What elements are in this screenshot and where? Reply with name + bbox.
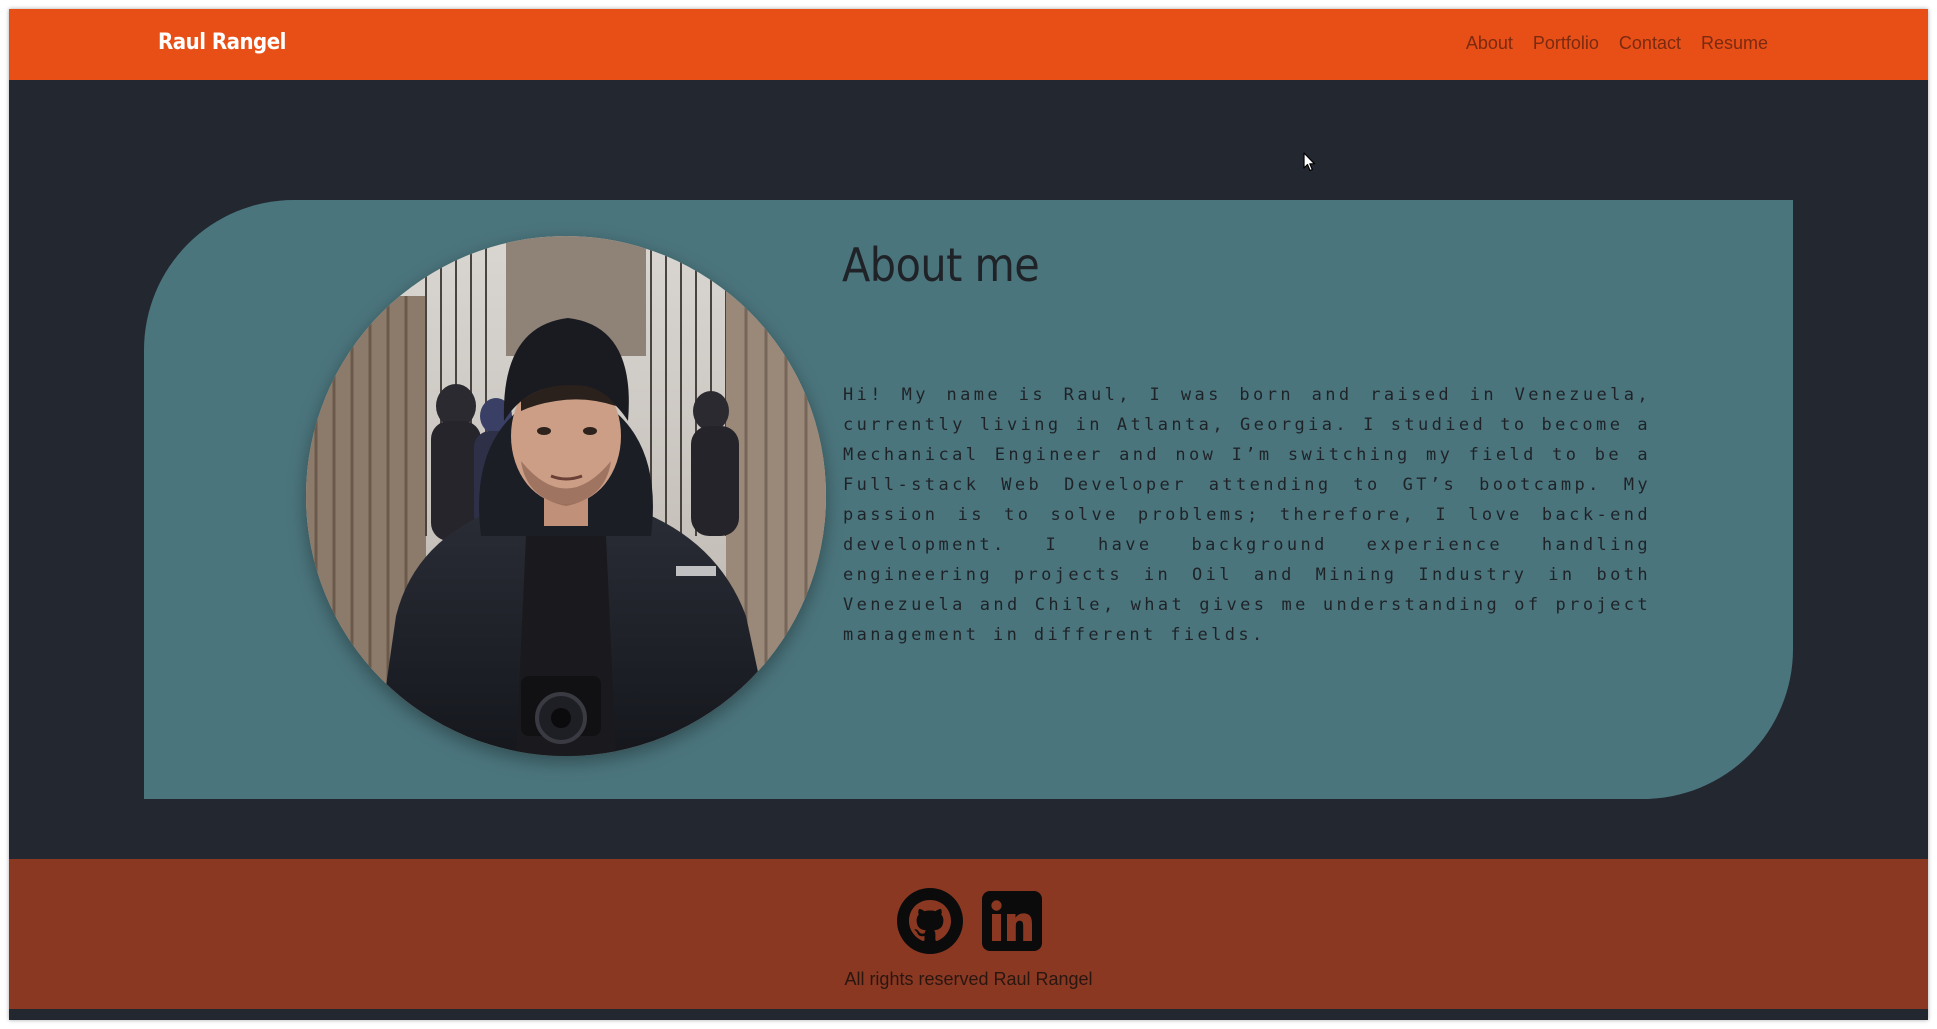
about-section: About me Hi! My name is Raul, I was born… [144,200,1793,799]
nav-links: About Portfolio Contact Resume [1466,33,1768,54]
browser-viewport: Raul Rangel About Portfolio Contact Resu… [9,9,1928,1020]
copyright-text: All rights reserved Raul Rangel [844,969,1093,989]
navbar: Raul Rangel About Portfolio Contact Resu… [9,9,1928,80]
github-icon [897,888,963,954]
profile-photo [306,236,826,756]
footer: All rights reserved Raul Rangel [9,859,1928,1009]
nav-link-contact[interactable]: Contact [1619,33,1681,54]
brand-link[interactable]: Raul Rangel [158,30,286,55]
nav-link-resume[interactable]: Resume [1701,33,1768,54]
social-links [896,887,1046,955]
about-title: About me [842,238,1040,292]
nav-link-portfolio[interactable]: Portfolio [1533,33,1599,54]
mouse-cursor-icon [1303,152,1316,172]
nav-link-about[interactable]: About [1466,33,1513,54]
profile-photo-illustration [306,236,826,756]
github-link[interactable] [896,887,964,955]
linkedin-icon [982,891,1042,951]
linkedin-link[interactable] [978,887,1046,955]
about-description: Hi! My name is Raul, I was born and rais… [843,385,1651,645]
